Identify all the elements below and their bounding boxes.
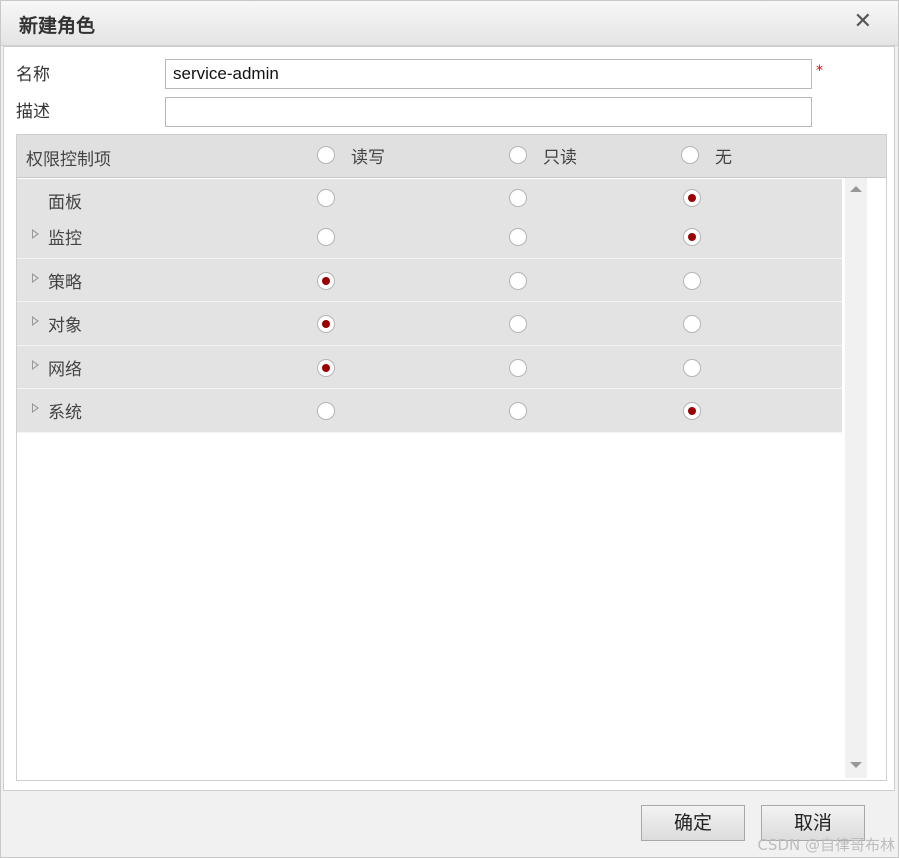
permission-header-label: 权限控制项 xyxy=(26,150,111,170)
radio-read-write[interactable] xyxy=(317,315,335,333)
required-mark: * xyxy=(816,63,823,79)
permission-row-label: 面板 xyxy=(48,193,82,213)
radio-read-only[interactable] xyxy=(509,272,527,290)
expand-triangle-icon[interactable] xyxy=(32,229,39,239)
name-label: 名称 xyxy=(16,65,50,85)
header-read-only-label: 只读 xyxy=(543,148,577,168)
radio-none[interactable] xyxy=(683,228,701,246)
scroll-down-icon[interactable] xyxy=(850,762,862,768)
dialog-body: 名称 * 描述 权限控制项 读写 只读 无 面板监控策略对象网络系统 xyxy=(3,46,895,791)
radio-none[interactable] xyxy=(683,272,701,290)
expand-triangle-icon[interactable] xyxy=(32,360,39,370)
expand-triangle-icon[interactable] xyxy=(32,403,39,413)
scroll-up-icon[interactable] xyxy=(850,186,862,192)
radio-read-only[interactable] xyxy=(509,315,527,333)
header-read-write-radio[interactable] xyxy=(317,146,335,164)
radio-read-only[interactable] xyxy=(509,402,527,420)
permission-row: 对象 xyxy=(17,302,842,346)
header-read-write-label: 读写 xyxy=(351,148,385,168)
new-role-dialog: 新建角色 ✕ 名称 * 描述 权限控制项 读写 只读 无 面板监控策略对象网络系… xyxy=(0,0,899,858)
radio-read-only[interactable] xyxy=(509,228,527,246)
close-icon[interactable]: ✕ xyxy=(854,9,872,34)
radio-none[interactable] xyxy=(683,402,701,420)
expand-triangle-icon[interactable] xyxy=(32,273,39,283)
radio-read-only[interactable] xyxy=(509,359,527,377)
description-label: 描述 xyxy=(16,102,50,122)
ok-button[interactable]: 确定 xyxy=(641,805,745,841)
header-read-only-radio[interactable] xyxy=(509,146,527,164)
permission-row-label: 监控 xyxy=(48,229,82,249)
radio-read-write[interactable] xyxy=(317,359,335,377)
description-input[interactable] xyxy=(165,97,812,127)
permission-row-label: 策略 xyxy=(48,273,82,293)
radio-none[interactable] xyxy=(683,359,701,377)
permission-row: 系统 xyxy=(17,389,842,433)
radio-none[interactable] xyxy=(683,189,701,207)
radio-read-only[interactable] xyxy=(509,189,527,207)
header-none-radio[interactable] xyxy=(681,146,699,164)
permission-row-label: 对象 xyxy=(48,316,82,336)
radio-read-write[interactable] xyxy=(317,272,335,290)
permission-row-label: 系统 xyxy=(48,403,82,423)
dialog-titlebar: 新建角色 ✕ xyxy=(1,1,898,46)
dialog-title: 新建角色 xyxy=(19,15,96,37)
watermark: CSDN @自律哥布林 xyxy=(757,836,895,854)
radio-none[interactable] xyxy=(683,315,701,333)
permission-row: 策略 xyxy=(17,259,842,302)
permission-row: 网络 xyxy=(17,346,842,389)
radio-read-write[interactable] xyxy=(317,189,335,207)
permission-row: 面板 xyxy=(17,179,842,216)
name-input[interactable] xyxy=(165,59,812,89)
header-none-label: 无 xyxy=(715,148,732,168)
permission-header: 权限控制项 读写 只读 无 xyxy=(17,135,886,178)
scrollbar[interactable] xyxy=(845,178,867,778)
radio-read-write[interactable] xyxy=(317,402,335,420)
expand-triangle-icon[interactable] xyxy=(32,316,39,326)
permission-row: 监控 xyxy=(17,215,842,259)
permission-row-label: 网络 xyxy=(48,360,82,380)
radio-read-write[interactable] xyxy=(317,228,335,246)
permission-grid: 权限控制项 读写 只读 无 面板监控策略对象网络系统 xyxy=(16,134,887,781)
